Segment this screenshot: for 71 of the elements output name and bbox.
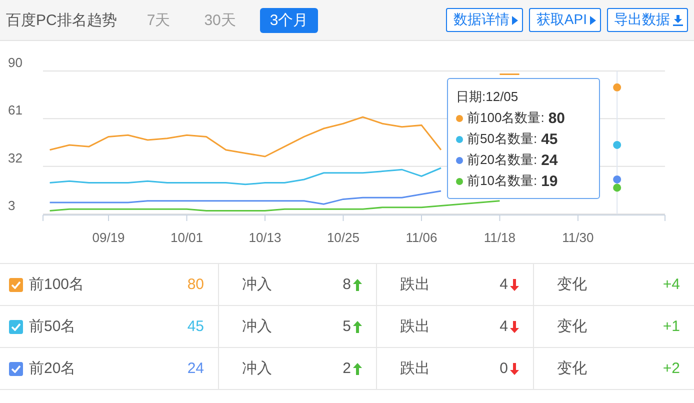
cell-label: 变化 [557, 359, 587, 378]
change-value: +4 [662, 276, 680, 293]
cell-label: 跌出 [400, 359, 430, 378]
axis-label: 09/19 [92, 230, 125, 245]
cell-label: 冲入 [242, 359, 272, 378]
tooltip-label: 前10名数量: [467, 172, 538, 190]
checkbox[interactable] [9, 278, 23, 292]
caret-icon [590, 16, 596, 24]
up-arrow-icon [353, 320, 362, 332]
cell-value: 2 [342, 360, 351, 377]
download-icon [673, 14, 683, 26]
axis-label: 10/01 [170, 230, 204, 245]
tooltip-value: 19 [541, 172, 558, 190]
row-label: 前50名 [29, 317, 76, 336]
count-value: 45 [187, 318, 204, 335]
tooltip-label: 前50名数量: [467, 130, 538, 148]
cell-label: 跌出 [400, 275, 430, 294]
tooltip-date: 日期:12/05 [456, 88, 520, 106]
cell-label: 冲入 [242, 275, 272, 294]
change-value: +1 [662, 318, 680, 335]
range-tab[interactable]: 3个月 [260, 8, 318, 32]
cell-label: 变化 [557, 275, 587, 294]
down-arrow-icon [510, 320, 519, 332]
count-value: 80 [187, 276, 204, 293]
legend-dot [456, 156, 463, 164]
axis-label: 90 [8, 55, 22, 70]
data-point [613, 175, 622, 184]
tooltip-label: 前20名数量: [467, 151, 538, 169]
axis-label: 10/13 [248, 230, 282, 245]
link-button[interactable]: 获取API [529, 8, 601, 32]
axis-label: 11/18 [484, 230, 516, 245]
checkbox[interactable] [9, 362, 23, 376]
checkbox[interactable] [9, 320, 23, 334]
row-label: 前100名 [29, 275, 84, 294]
legend-dot [456, 136, 463, 142]
axis-label: 3 [8, 198, 16, 213]
data-point [613, 140, 622, 149]
count-value: 24 [187, 360, 204, 377]
cell-label: 跌出 [400, 317, 430, 336]
legend-dot [456, 114, 463, 122]
down-arrow-icon [510, 362, 519, 374]
axis-label: 61 [8, 102, 22, 118]
range-tab[interactable]: 30天 [194, 8, 246, 32]
export-button[interactable]: 导出数据 [607, 8, 688, 32]
link-button[interactable]: 数据详情 [446, 8, 524, 32]
axis-label: 10/25 [326, 230, 360, 245]
tooltip-value: 45 [541, 130, 558, 148]
cell-value: 0 [500, 360, 508, 377]
tooltip-value: 24 [541, 152, 558, 168]
data-point [613, 184, 622, 192]
data-point [613, 83, 622, 92]
tooltip-value: 80 [548, 110, 566, 126]
cell-label: 变化 [557, 317, 587, 336]
axis-label: 32 [8, 150, 22, 166]
down-arrow-icon [510, 278, 519, 290]
axis-label: 11/06 [406, 230, 438, 245]
cell-label: 冲入 [242, 317, 272, 336]
legend-dot [456, 178, 463, 184]
axis-label: 11/30 [562, 230, 594, 245]
up-arrow-icon [353, 362, 362, 374]
cell-value: 8 [342, 276, 351, 293]
cell-value: 5 [342, 318, 351, 335]
cell-value: 4 [500, 276, 508, 293]
range-tab[interactable]: 7天 [136, 8, 180, 32]
tooltip-label: 前100名数量: [467, 109, 544, 127]
row-label: 前20名 [29, 359, 76, 378]
cell-value: 4 [500, 318, 508, 335]
page-title: 百度PC排名趋势 [6, 10, 117, 30]
up-arrow-icon [353, 278, 362, 290]
change-value: +2 [662, 360, 680, 377]
caret-icon [512, 16, 518, 24]
